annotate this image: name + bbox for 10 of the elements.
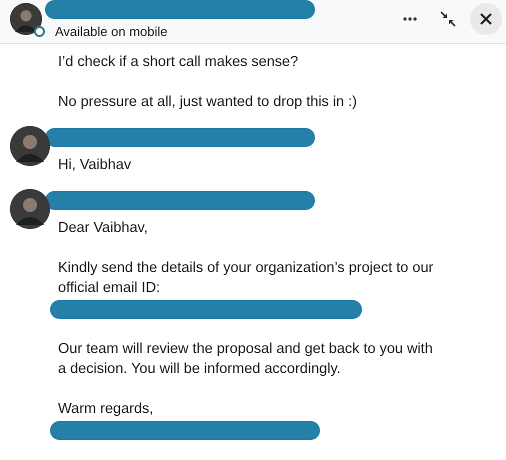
message-text: Dear Vaibhav, (58, 219, 149, 238)
message-text: No pressure at all, just wanted to drop this in :) (58, 93, 358, 112)
status-text: Available on mobile (55, 23, 168, 41)
message-text: a decision. You will be informed accordingly. (58, 360, 342, 379)
message-text: Warm regards, (58, 400, 154, 419)
message-text: Kindly send the details of your organization’s project to our (58, 259, 434, 278)
message-text: Our team will review the proposal and get back to you with (58, 340, 434, 359)
message-text: official email ID: (58, 279, 162, 298)
message-text: I’d check if a short call makes sense? (58, 53, 300, 72)
message-text: Hi, Vaibhav (58, 156, 132, 175)
